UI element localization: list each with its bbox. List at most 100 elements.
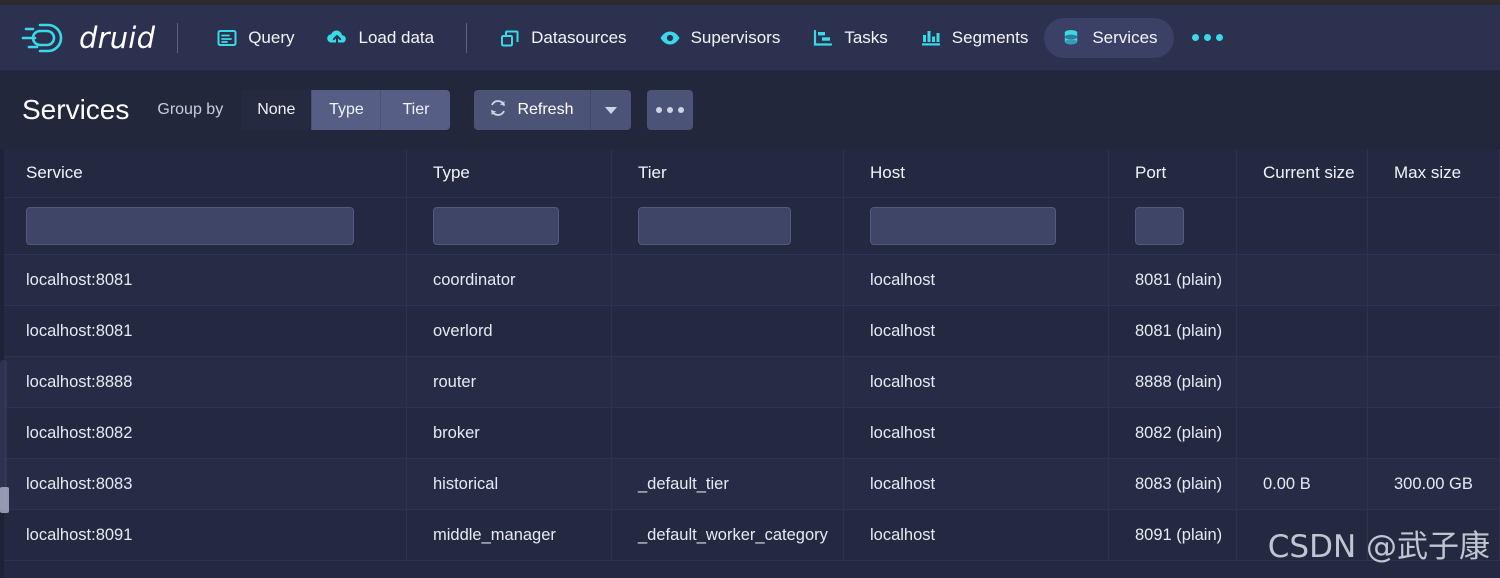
cell-text: localhost:8888: [26, 373, 132, 392]
cell-text: localhost:8083: [26, 475, 132, 494]
more-horizontal-icon: [667, 107, 673, 113]
cell-host: localhost: [844, 255, 1109, 305]
load-data-icon: [326, 27, 348, 49]
cell-current-size: [1237, 510, 1368, 560]
nav-item-segments[interactable]: Segments: [904, 18, 1045, 58]
cell-current-size: [1237, 408, 1368, 458]
cell-port: 8081 (plain): [1109, 306, 1237, 356]
column-header-label: Service: [26, 163, 83, 183]
more-horizontal-icon: [1192, 34, 1199, 41]
toolbar-more-button[interactable]: [647, 90, 693, 130]
druid-console-page: druid Query: [0, 0, 1500, 578]
page-title: Services: [22, 94, 129, 126]
cell-text: 8888 (plain): [1135, 373, 1222, 392]
cell-tier: [612, 408, 844, 458]
table-row[interactable]: localhost:8082 broker localhost 8082 (pl…: [0, 408, 1500, 459]
column-header-label: Host: [870, 163, 905, 183]
filter-input-port[interactable]: [1135, 207, 1184, 245]
column-header-label: Tier: [638, 163, 667, 183]
cell-service: localhost:8081: [0, 255, 407, 305]
cell-text: 8081 (plain): [1135, 271, 1222, 290]
cell-text: localhost: [870, 322, 935, 341]
column-header-label: Port: [1135, 163, 1166, 183]
cell-max-size: 300.00 GB: [1368, 459, 1500, 509]
brand[interactable]: druid: [20, 18, 155, 58]
nav-label: Tasks: [844, 28, 887, 48]
group-by-type-button[interactable]: Type: [312, 90, 381, 130]
cell-text: broker: [433, 424, 480, 443]
cell-text: localhost:8082: [26, 424, 132, 443]
cell-text: historical: [433, 475, 498, 494]
filter-input-tier[interactable]: [638, 207, 791, 245]
navbar-more-button[interactable]: [1180, 24, 1235, 51]
top-navbar: druid Query: [0, 5, 1500, 71]
cell-tier: [612, 357, 844, 407]
refresh-icon: [488, 98, 508, 123]
column-header-service[interactable]: Service: [0, 149, 407, 198]
filter-input-type[interactable]: [433, 207, 559, 245]
group-by-tier-button[interactable]: Tier: [381, 90, 450, 130]
column-header-host[interactable]: Host: [844, 149, 1109, 198]
refresh-label: Refresh: [517, 101, 573, 119]
column-header-port[interactable]: Port: [1109, 149, 1237, 198]
cell-tier: [612, 306, 844, 356]
query-icon: [216, 27, 238, 49]
table-row[interactable]: localhost:8081 coordinator localhost 808…: [0, 255, 1500, 306]
table-header-row: Service Type Tier Host Port Current size…: [0, 149, 1500, 198]
supervisors-eye-icon: [659, 27, 681, 49]
cell-service: localhost:8082: [0, 408, 407, 458]
cell-text: 8091 (plain): [1135, 526, 1222, 545]
table-filter-row: [0, 198, 1500, 255]
cell-type: coordinator: [407, 255, 612, 305]
cell-max-size: [1368, 408, 1500, 458]
nav-label: Services: [1092, 28, 1157, 48]
nav-item-supervisors[interactable]: Supervisors: [643, 18, 797, 58]
column-header-type[interactable]: Type: [407, 149, 612, 198]
filter-input-host[interactable]: [870, 207, 1056, 245]
refresh-dropdown-button[interactable]: [591, 90, 631, 130]
group-by-button-group: None Type Tier: [241, 90, 450, 130]
nav-item-datasources[interactable]: Datasources: [483, 18, 642, 58]
filter-cell-current-size: [1237, 198, 1368, 255]
services-database-icon: [1060, 27, 1082, 49]
filter-cell-type: [407, 198, 612, 255]
cell-text: localhost: [870, 373, 935, 392]
nav-label: Supervisors: [691, 28, 781, 48]
cell-text: 8082 (plain): [1135, 424, 1222, 443]
filter-cell-max-size: [1368, 198, 1500, 255]
group-by-none-button[interactable]: None: [241, 90, 312, 130]
services-toolbar: Services Group by None Type Tier Refresh: [0, 71, 1500, 149]
nav-item-services[interactable]: Services: [1044, 18, 1173, 58]
cell-service: localhost:8083: [0, 459, 407, 509]
nav-item-tasks[interactable]: Tasks: [796, 18, 903, 58]
more-horizontal-icon: [1204, 34, 1211, 41]
nav-item-load-data[interactable]: Load data: [310, 18, 450, 58]
cell-text: _default_worker_category: [638, 526, 828, 545]
column-header-tier[interactable]: Tier: [612, 149, 844, 198]
column-header-current-size[interactable]: Current size: [1237, 149, 1368, 198]
cell-text: localhost: [870, 475, 935, 494]
cell-current-size: [1237, 306, 1368, 356]
nav-label: Segments: [952, 28, 1029, 48]
nav-item-query[interactable]: Query: [200, 18, 310, 58]
cell-text: coordinator: [433, 271, 516, 290]
refresh-button-group: Refresh: [474, 90, 631, 130]
segments-icon: [920, 27, 942, 49]
refresh-button[interactable]: Refresh: [474, 90, 591, 130]
filter-input-service[interactable]: [26, 207, 354, 245]
table-row[interactable]: localhost:8091 middle_manager _default_w…: [0, 510, 1500, 561]
vertical-scrollbar-thumb[interactable]: [0, 487, 9, 513]
cell-tier: _default_worker_category: [612, 510, 844, 560]
column-header-label: Max size: [1394, 163, 1461, 183]
column-header-label: Type: [433, 163, 470, 183]
table-row[interactable]: localhost:8083 historical _default_tier …: [0, 459, 1500, 510]
cell-host: localhost: [844, 306, 1109, 356]
filter-cell-host: [844, 198, 1109, 255]
column-header-max-size[interactable]: Max size: [1368, 149, 1500, 198]
table-row[interactable]: localhost:8888 router localhost 8888 (pl…: [0, 357, 1500, 408]
services-table: Service Type Tier Host Port Current size…: [0, 149, 1500, 578]
cell-max-size: [1368, 306, 1500, 356]
cell-text: localhost: [870, 424, 935, 443]
cell-port: 8091 (plain): [1109, 510, 1237, 560]
table-row[interactable]: localhost:8081 overlord localhost 8081 (…: [0, 306, 1500, 357]
